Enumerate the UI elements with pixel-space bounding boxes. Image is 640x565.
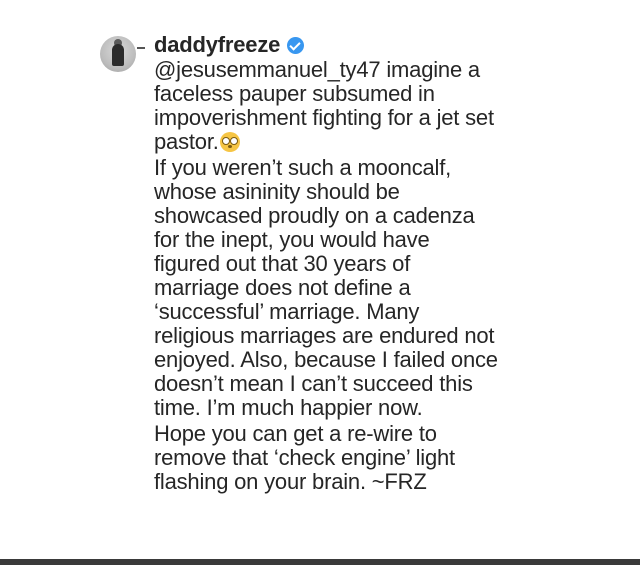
comment-line: remove that ‘check engine’ light bbox=[154, 445, 455, 470]
comment-line: pastor. bbox=[154, 130, 614, 154]
bottom-bar bbox=[0, 559, 640, 565]
flushed-face-emoji-icon bbox=[219, 132, 240, 152]
comment-paragraph-1: @jesusemmanuel_ty47 imagine a faceless p… bbox=[154, 58, 614, 154]
comment-line: faceless pauper subsumed in bbox=[154, 81, 435, 106]
username-link[interactable]: daddyfreeze bbox=[154, 33, 280, 57]
thread-dash bbox=[137, 47, 145, 49]
comment-line-rest: imagine a bbox=[380, 57, 480, 82]
comment-line: enjoyed. Also, because I failed once bbox=[154, 347, 498, 372]
comment-line: ‘successful’ marriage. Many bbox=[154, 299, 420, 324]
comment-line: If you weren’t such a mooncalf, bbox=[154, 155, 452, 180]
avatar[interactable] bbox=[100, 36, 136, 72]
comment-line: doesn’t mean I can’t succeed this bbox=[154, 371, 473, 396]
comment-line: Hope you can get a re-wire to bbox=[154, 421, 437, 446]
comment-line: for the inept, you would have bbox=[154, 227, 430, 252]
comment-line: whose asininity should be bbox=[154, 179, 400, 204]
comment-line: showcased proudly on a cadenza bbox=[154, 203, 475, 228]
comment-body: daddyfreeze @jesusemmanuel_ty47 imagine … bbox=[154, 32, 614, 494]
comment-line: time. I’m much happier now. bbox=[154, 395, 423, 420]
comment-line: marriage does not define a bbox=[154, 275, 411, 300]
comment-line: flashing on your brain. ~FRZ bbox=[154, 469, 427, 494]
comment-paragraph-2: If you weren’t such a mooncalf, whose as… bbox=[154, 156, 614, 420]
mention-link[interactable]: @jesusemmanuel_ty47 bbox=[154, 57, 381, 82]
comment-line-text: pastor. bbox=[154, 129, 219, 154]
comment-line: @jesusemmanuel_ty47 imagine a bbox=[154, 58, 614, 82]
comment-line: impoverishment fighting for a jet set bbox=[154, 105, 494, 130]
verified-badge-icon bbox=[287, 36, 305, 54]
username-row: daddyfreeze bbox=[154, 32, 614, 58]
avatar-figure-shape bbox=[112, 44, 124, 66]
comment-paragraph-3: Hope you can get a re-wire to remove tha… bbox=[154, 422, 614, 494]
comment-line: religious marriages are endured not bbox=[154, 323, 495, 348]
comment-line: figured out that 30 years of bbox=[154, 251, 411, 276]
